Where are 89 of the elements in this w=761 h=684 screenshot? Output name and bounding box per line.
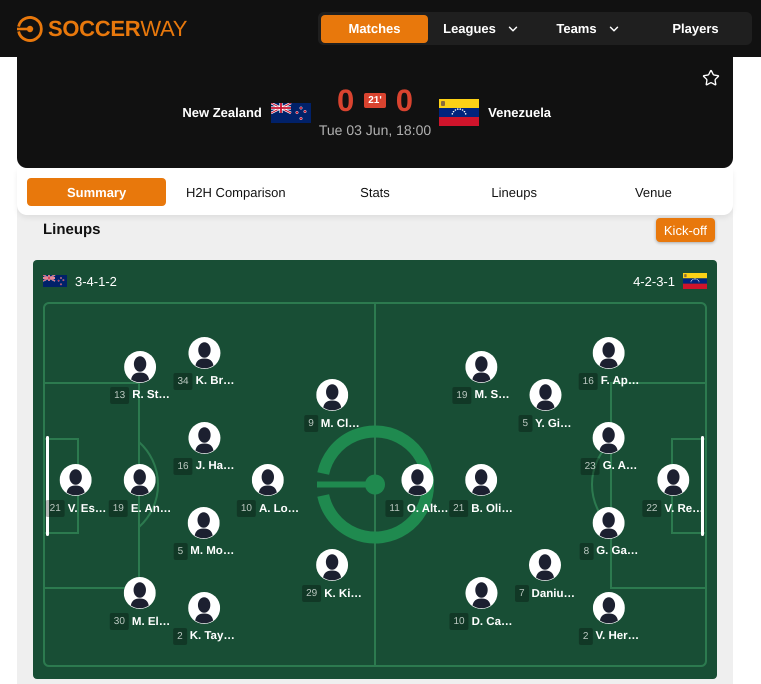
player-name: F. Ap… xyxy=(600,375,640,387)
avatar-icon xyxy=(593,336,625,368)
favorite-star-icon[interactable] xyxy=(702,69,720,87)
player-name: Y. Gi… xyxy=(535,418,572,430)
player-name: Daniu… xyxy=(532,588,575,600)
player-name: V. Re… xyxy=(664,502,704,514)
score: 0 xyxy=(336,88,354,114)
nav-item[interactable]: Leagues xyxy=(428,14,535,42)
avatar-icon xyxy=(593,506,625,538)
shirt-number: 7 xyxy=(515,585,529,602)
avatar-icon xyxy=(188,592,220,624)
score: 0 xyxy=(396,88,413,114)
flag-icon xyxy=(683,273,707,289)
shirt-number: 23 xyxy=(580,458,600,474)
avatar-icon xyxy=(124,350,156,383)
team-name[interactable]: Venezuela xyxy=(488,105,552,120)
player-name: V. Her… xyxy=(595,630,640,642)
logo-wordmark[interactable]: SOCCERWAY xyxy=(48,18,188,40)
match-minute: 21' xyxy=(364,93,386,108)
shirt-number: 2 xyxy=(578,628,592,644)
shirt-number: 10 xyxy=(236,500,256,517)
player-name: V. Es… xyxy=(68,502,106,514)
avatar-icon xyxy=(465,577,497,610)
nav-item[interactable]: Players xyxy=(642,14,749,42)
avatar-icon xyxy=(60,464,92,496)
avatar-icon xyxy=(124,464,156,496)
avatar-icon xyxy=(188,336,220,368)
shirt-number: 29 xyxy=(302,585,322,602)
shirt-number: 21 xyxy=(46,500,65,517)
player-name: M. Cl… xyxy=(320,418,360,430)
shirt-number: 5 xyxy=(174,542,188,560)
shirt-number: 19 xyxy=(452,386,472,404)
avatar-icon xyxy=(188,422,220,454)
avatar-icon xyxy=(529,379,561,411)
avatar-icon xyxy=(465,464,497,496)
player-name: G. Ga… xyxy=(596,545,638,557)
player-name: K. Br… xyxy=(196,375,235,387)
player-name: M. El… xyxy=(132,616,170,628)
shirt-number: 19 xyxy=(108,500,128,517)
flag-icon xyxy=(439,99,480,126)
player-name: D. Ca… xyxy=(472,616,513,628)
avatar-icon xyxy=(529,549,561,581)
section-title: Lineups xyxy=(43,220,101,240)
shirt-number: 2 xyxy=(173,628,187,644)
flag-icon xyxy=(270,102,311,122)
formation: 4-2-3-1 xyxy=(633,274,675,288)
shirt-number: 22 xyxy=(642,500,662,517)
player-name: A. Lo… xyxy=(258,502,300,514)
player-name: K. Tay… xyxy=(190,630,235,642)
team-name[interactable]: New Zealand xyxy=(182,105,262,120)
avatar-icon xyxy=(316,379,348,411)
match-date: Tue 03 Jun, 18:00 xyxy=(318,122,432,138)
formation: 3-4-1-2 xyxy=(75,274,117,288)
avatar-icon xyxy=(252,464,284,496)
player-name: J. Ha… xyxy=(196,460,235,472)
flag-icon xyxy=(43,275,67,287)
tab[interactable]: Venue xyxy=(584,178,723,206)
player-name: B. Oli… xyxy=(471,502,513,514)
avatar-icon xyxy=(188,506,220,538)
player-name: O. Alt… xyxy=(406,502,449,514)
shirt-number: 11 xyxy=(385,500,404,517)
logo-icon xyxy=(17,16,43,42)
avatar-icon xyxy=(465,350,497,383)
avatar-icon xyxy=(124,577,156,610)
tab[interactable]: Lineups xyxy=(444,178,584,206)
tab[interactable]: H2H Comparison xyxy=(166,178,306,206)
shirt-number: 8 xyxy=(580,542,594,560)
avatar-icon xyxy=(657,464,689,496)
avatar-icon xyxy=(316,549,348,581)
shirt-number: 30 xyxy=(110,613,129,630)
shirt-number: 9 xyxy=(304,415,318,432)
nav-item[interactable]: Teams xyxy=(535,14,642,42)
avatar-icon xyxy=(593,422,625,454)
shirt-number: 34 xyxy=(173,372,193,390)
player-name: M. S… xyxy=(474,389,510,402)
player-name: R. St… xyxy=(132,389,170,402)
avatar-icon xyxy=(593,592,625,624)
shirt-number: 16 xyxy=(173,458,193,474)
shirt-number: 13 xyxy=(110,386,130,404)
player-name: K. Ki… xyxy=(324,588,362,600)
player-name: M. Mo… xyxy=(190,545,234,557)
tab[interactable]: Stats xyxy=(305,178,445,206)
shirt-number: 21 xyxy=(449,500,468,517)
shirt-number: 5 xyxy=(518,415,532,432)
player-name: E. An… xyxy=(130,502,172,514)
shirt-number: 10 xyxy=(449,613,469,630)
shirt-number: 16 xyxy=(578,372,598,390)
player-name: G. A… xyxy=(602,460,638,472)
avatar-icon xyxy=(401,464,433,496)
